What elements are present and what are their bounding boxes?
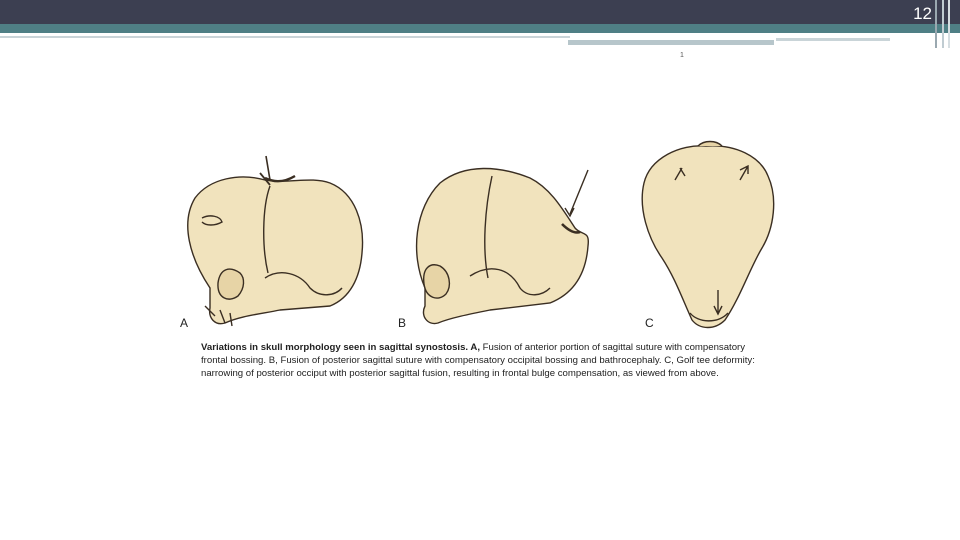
header-accent-band [0, 24, 960, 33]
accent-line [568, 40, 774, 45]
edge-decoration [942, 0, 944, 48]
edge-decoration [948, 0, 950, 48]
figure-label-a: A [180, 316, 189, 330]
skull-c-illustration [641, 140, 775, 329]
edge-decoration [935, 0, 937, 48]
skull-illustrations [187, 140, 775, 329]
figure-label-c: C [645, 316, 654, 330]
accent-line [0, 36, 570, 38]
skull-a-illustration [187, 155, 364, 327]
skull-b-illustration [415, 167, 590, 325]
caption-bold: Variations in skull morphology seen in s… [201, 342, 480, 353]
header-bar [0, 0, 960, 24]
figure-label-b: B [398, 316, 407, 330]
figure-caption: Variations in skull morphology seen in s… [201, 341, 771, 381]
accent-line [776, 38, 890, 41]
small-mark: 1 [680, 52, 684, 59]
slide-number: 12 [913, 4, 932, 23]
